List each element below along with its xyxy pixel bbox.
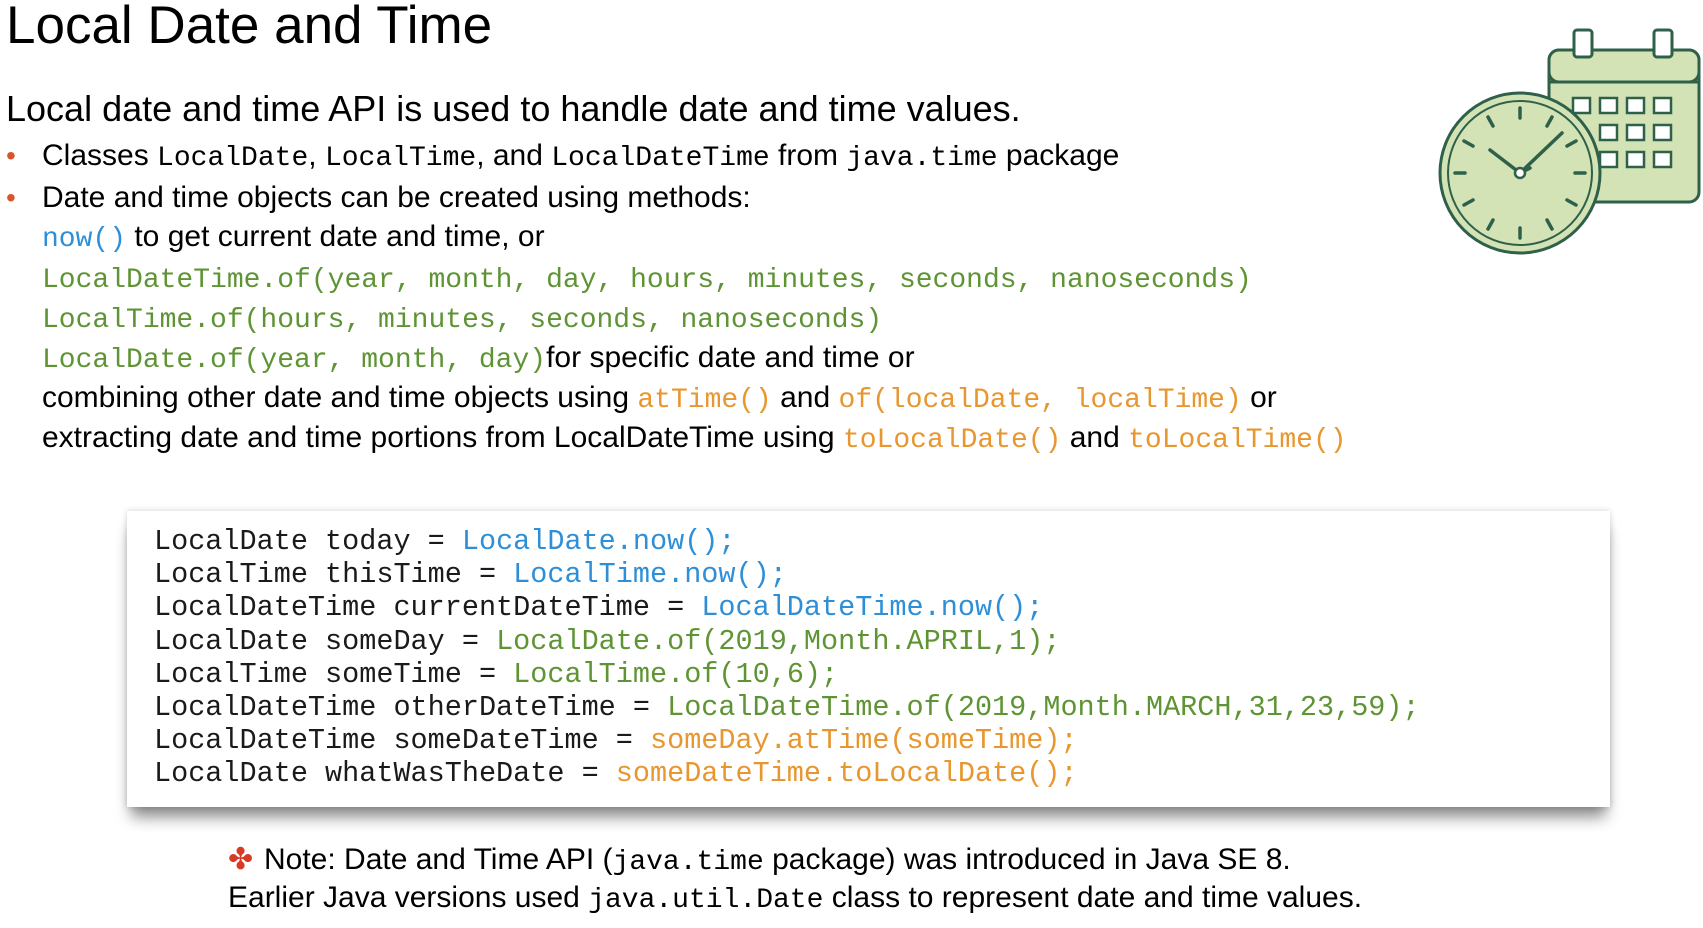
code-highlight: LocalDate.now(); [461,525,736,558]
code-java-time: java.time [846,143,998,174]
code-line: LocalDateTime currentDateTime = LocalDat… [154,591,1420,624]
code-highlight: LocalTime.of(10,6); [513,657,839,691]
line-text: to get current date and time, or [126,220,545,253]
code-localtime-of: LocalTime.of(hours, minutes, seconds, na… [42,305,883,336]
of-date-line: LocalDate.of(year, month, day)for specif… [42,338,915,381]
note-star-icon: ✤ [228,843,254,876]
extract-line: extracting date and time portions from L… [42,418,1347,461]
note-text: Note: Date and Time API ( [264,843,613,876]
clock-icon [1438,91,1602,255]
code-line: LocalTime someTime = LocalTime.of(10,6); [154,658,1420,691]
code-highlight: LocalDateTime.of(2019,Month.MARCH,31,23,… [667,691,1420,725]
code-tolocaldate: toLocalDate() [842,425,1062,456]
code-line: LocalDate today = LocalDate.now(); [154,525,1420,558]
page-title: Local Date and Time [6,0,493,55]
code-localdatetime: LocalDateTime [551,143,770,174]
note-line-1: ✤ Note: Date and Time API (java.time pack… [228,841,1291,882]
code-line: LocalDate someDay = LocalDate.of(2019,Mo… [154,625,1420,658]
code-of-localdate-localtime: of(localDate, localTime) [838,385,1242,416]
code-line: LocalTime thisTime = LocalTime.now(); [154,558,1420,591]
combine-line: combining other date and time objects us… [42,378,1277,421]
line-text: or [1241,381,1277,414]
bullet-methods: • Date and time objects can be created us… [6,179,751,217]
code-tolocaltime: toLocalTime() [1128,425,1347,456]
line-text: and [771,381,839,414]
line-text: extracting date and time portions from L… [42,421,843,454]
note-line-2: Earlier Java versions used java.util.Dat… [228,879,1362,920]
code-localdatetime-of: LocalDateTime.of(year, month, day, hours… [42,265,1252,296]
code-plain: LocalDate someDay = [154,624,497,658]
code-highlight: someDateTime.toLocalDate(); [615,757,1078,791]
code-localdate-of: LocalDate.of(year, month, day) [42,345,547,376]
code-plain: LocalDateTime currentDateTime = [154,591,702,625]
note-text: class to represent date and time values. [823,881,1363,914]
bullet-text: , and [476,139,552,172]
code-plain: LocalDateTime otherDateTime = [154,691,668,725]
line-text: for specific date and time or [546,341,915,374]
of-datetime-line: LocalDateTime.of(year, month, day, hours… [42,258,1252,301]
code-localdate: LocalDate [157,143,309,174]
code-plain: LocalTime thisTime = [154,558,514,592]
note-text: package) was introduced in Java SE 8. [763,843,1291,876]
code-highlight: LocalDate.of(2019,Month.APRIL,1); [496,624,1061,658]
code-plain: LocalDate whatWasTheDate = [154,757,616,791]
bullet-text: package [997,139,1120,172]
code-line: LocalDate whatWasTheDate = someDateTime.… [154,757,1420,790]
bullet-text: , [308,139,325,172]
code-line: LocalDateTime otherDateTime = LocalDateT… [154,691,1420,724]
code-plain: LocalDateTime someDateTime = [154,724,650,758]
code-example-box: LocalDate today = LocalDate.now(); Local… [127,511,1610,807]
subtitle: Local date and time API is used to handl… [6,88,1021,129]
code-java-util-date: java.util.Date [588,885,824,916]
code-lines: LocalDate today = LocalDate.now(); Local… [154,525,1420,791]
code-highlight: LocalTime.now(); [513,558,787,592]
line-text: and [1061,421,1129,454]
code-localtime: LocalTime [324,143,477,174]
code-highlight: LocalDateTime.now(); [701,591,1044,625]
code-line: LocalDateTime someDateTime = someDay.atT… [154,724,1420,757]
code-now: now() [42,224,127,255]
bullet-text: from [769,139,847,172]
now-line: now() to get current date and time, or [42,217,545,260]
bullet-text: Classes [42,139,158,172]
note-text: Earlier Java versions used [228,881,589,914]
bullet-dot: • [6,182,16,213]
bullet-text: Date and time objects can be created usi… [42,181,751,214]
line-text: combining other date and time objects us… [42,381,638,414]
bullet-dot: • [6,140,16,171]
code-attime: atTime() [637,385,772,416]
bullet-classes: • Classes LocalDate, LocalTime, and Local… [6,137,1119,178]
code-plain: LocalDate today = [154,525,462,558]
code-highlight: someDay.atTime(someTime); [649,724,1078,758]
code-plain: LocalTime someTime = [154,657,514,691]
of-time-line: LocalTime.of(hours, minutes, seconds, na… [42,298,882,341]
code-java-time: java.time [612,847,764,878]
clock-calendar-icon [1438,28,1701,255]
